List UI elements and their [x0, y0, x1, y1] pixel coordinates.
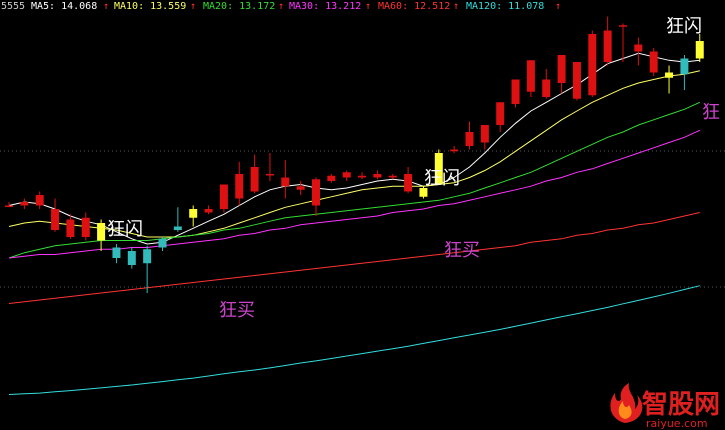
- kline-chart: 5555 MA5: 14.068 ↑ MA10: 13.559 ↑ MA20: 13.1…: [0, 0, 725, 430]
- watermark-url: raiyue.com: [646, 417, 708, 430]
- watermark-brand: 智股网: [642, 390, 720, 420]
- watermark: 智股网raiyue.com: [610, 383, 720, 430]
- flame-logo-icon: [610, 383, 643, 423]
